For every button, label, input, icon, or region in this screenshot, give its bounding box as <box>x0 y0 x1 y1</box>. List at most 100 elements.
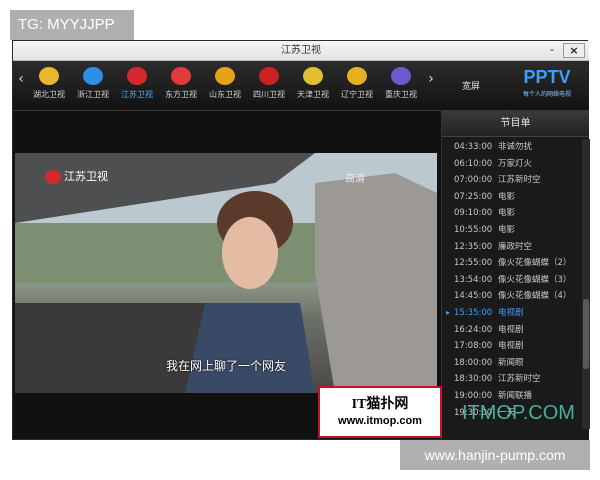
schedule-row[interactable]: 06:10:00 万家灯火 <box>442 156 582 173</box>
channel-label: 天津卫视 <box>297 90 329 99</box>
channel-item[interactable]: 辽宁卫视 <box>337 61 377 111</box>
schedule-program: 非诚勿扰 <box>498 142 533 152</box>
channel-label: 辽宁卫视 <box>341 90 373 99</box>
title-bar[interactable]: 江苏卫视 - × <box>13 41 589 61</box>
channel-label: 重庆卫视 <box>385 90 417 99</box>
watermark-top-tag: TG: MYYJJPP <box>10 10 134 40</box>
schedule-row[interactable]: ▸ 15:35:00 电视剧 <box>442 305 582 322</box>
channel-item[interactable]: 山东卫视 <box>205 61 245 111</box>
schedule-row[interactable]: 04:33:00 非诚勿扰 <box>442 139 582 156</box>
widescreen-button[interactable]: 宽屏 <box>453 78 489 96</box>
schedule-time: 06:10:00 <box>454 158 493 169</box>
jiangsu-watermark-icon <box>45 170 61 184</box>
channel-watermark: 江苏卫视 <box>45 168 108 184</box>
channel-label: 湖北卫视 <box>33 90 65 99</box>
channel-list: 湖北卫视 浙江卫视 江苏卫视 东方卫视 山东卫视 四川卫视 天津卫视 辽宁卫视 重庆卫视 <box>29 61 429 111</box>
hubei-logo-icon <box>39 67 59 85</box>
schedule-program: 新闻联播 <box>498 390 533 401</box>
schedule-time: 18:00:00 <box>454 357 493 368</box>
schedule-row[interactable]: 14:45:00 像火花像蝴蝶（4） <box>442 288 582 305</box>
itmop-url: www.itmop.com <box>338 415 422 427</box>
pptv-brand-logo: PPTV 每个人的网络电视 <box>509 67 585 107</box>
video-subtitle: 我在网上聊了一个网友 <box>165 359 286 373</box>
shandong-logo-icon <box>215 67 235 85</box>
brand-name: PPTV <box>523 67 571 87</box>
zhejiang-logo-icon <box>83 67 103 85</box>
schedule-time: 18:30:00 <box>454 374 493 385</box>
chongqing-logo-icon <box>391 67 411 85</box>
schedule-time: 17:08:00 <box>454 341 493 352</box>
close-button[interactable]: × <box>563 43 585 58</box>
schedule-row[interactable]: 12:35:00 廉政时空 <box>442 239 582 256</box>
schedule-time: 09:10:00 <box>454 208 493 219</box>
schedule-row[interactable]: 07:25:00 电影 <box>442 189 582 206</box>
schedule-scroll-thumb[interactable] <box>583 299 589 369</box>
tianjin-logo-icon <box>303 67 323 85</box>
schedule-title: 节目单 <box>442 111 589 137</box>
schedule-row[interactable]: 18:30:00 江苏新时空 <box>442 371 582 388</box>
schedule-program: 电视剧 <box>498 324 524 335</box>
schedule-row[interactable]: 13:54:00 像火花像蝴蝶（3） <box>442 272 582 289</box>
schedule-program: 电视剧 <box>498 307 524 318</box>
video-player[interactable]: 江苏卫视 高清 我在网上聊了一个网友 <box>15 153 437 393</box>
itmop-title: IT猫扑网 <box>351 397 409 412</box>
channel-label: 四川卫视 <box>253 90 285 99</box>
dongfang-logo-icon <box>171 67 191 85</box>
schedule-time: 07:25:00 <box>454 191 493 202</box>
channel-item[interactable]: 重庆卫视 <box>381 61 421 111</box>
channel-scroll-left-button[interactable]: ‹ <box>15 71 27 87</box>
schedule-row[interactable]: 10:55:00 电影 <box>442 222 582 239</box>
channel-label: 浙江卫视 <box>77 90 109 99</box>
schedule-program: 廉政时空 <box>498 241 533 252</box>
schedule-time: 12:35:00 <box>454 241 493 252</box>
channel-bar: ‹ 湖北卫视 浙江卫视 江苏卫视 东方卫视 山东卫视 四川卫视 天津卫视 辽宁卫视 重庆卫视 ›… <box>13 61 589 111</box>
schedule-program: 像火花像蝴蝶（3） <box>498 274 572 285</box>
schedule-row[interactable]: 09:10:00 电影 <box>442 205 582 222</box>
schedule-program: 电视剧 <box>498 341 524 352</box>
schedule-time: 13:54:00 <box>454 274 493 285</box>
window-title: 江苏卫视 <box>281 45 321 56</box>
schedule-row[interactable]: 17:08:00 电视剧 <box>442 338 582 355</box>
sichuan-logo-icon <box>259 67 279 85</box>
schedule-time: 10:55:00 <box>454 224 493 235</box>
jiangsu-logo-icon <box>127 67 147 85</box>
schedule-program: 江苏新时空 <box>498 175 541 186</box>
corner-watermark: 高清 <box>345 174 365 185</box>
channel-item[interactable]: 浙江卫视 <box>73 61 113 111</box>
schedule-list: 04:33:00 非诚勿扰 06:10:00 万家灯火 07:00:00 江苏新时空 07:… <box>442 139 582 421</box>
schedule-time: 16:24:00 <box>454 324 493 335</box>
now-playing-icon: ▸ <box>446 307 451 317</box>
schedule-program: 电影 <box>498 208 516 219</box>
watermark-bottom-tag: www.hanjin-pump.com <box>400 440 590 470</box>
channel-scroll-right-button[interactable]: › <box>425 71 437 87</box>
channel-item[interactable]: 东方卫视 <box>161 61 201 111</box>
schedule-row[interactable]: 18:00:00 新闻眼 <box>442 355 582 372</box>
schedule-program: 电影 <box>498 191 516 202</box>
schedule-row[interactable]: 16:24:00 电视剧 <box>442 322 582 339</box>
channel-item[interactable]: 湖北卫视 <box>29 61 69 111</box>
schedule-time: 14:45:00 <box>454 291 493 302</box>
schedule-row[interactable]: 12:55:00 像火花像蝴蝶（2） <box>442 255 582 272</box>
schedule-program: 万家灯火 <box>498 158 533 169</box>
pptv-player-window: 江苏卫视 - × ‹ 湖北卫视 浙江卫视 江苏卫视 东方卫视 山东卫视 四川卫视 天津卫视辽… <box>12 40 590 460</box>
site-watermark: ITMOP.COM <box>462 402 575 424</box>
channel-label: 江苏卫视 <box>121 90 153 99</box>
schedule-program: 像火花像蝴蝶（2） <box>498 258 572 269</box>
channel-item[interactable]: 天津卫视 <box>293 61 333 111</box>
schedule-time: 12:55:00 <box>454 258 493 269</box>
schedule-time: 07:00:00 <box>454 175 493 186</box>
schedule-time: 04:33:00 <box>454 142 493 152</box>
channel-label: 东方卫视 <box>165 90 197 99</box>
schedule-time: 15:35:00 <box>454 307 493 318</box>
channel-label: 山东卫视 <box>209 90 241 99</box>
schedule-program: 像火花像蝴蝶（4） <box>498 291 572 302</box>
schedule-scrollbar[interactable] <box>582 139 590 429</box>
minimize-button[interactable]: - <box>541 43 563 58</box>
channel-item[interactable]: 四川卫视 <box>249 61 289 111</box>
schedule-program: 新闻眼 <box>498 357 524 368</box>
itmop-watermark-box: IT猫扑网 www.itmop.com <box>318 386 442 438</box>
liaoning-logo-icon <box>347 67 367 85</box>
schedule-row[interactable]: 07:00:00 江苏新时空 <box>442 172 582 189</box>
channel-item[interactable]: 江苏卫视 <box>117 61 157 111</box>
schedule-program: 电影 <box>498 224 516 235</box>
